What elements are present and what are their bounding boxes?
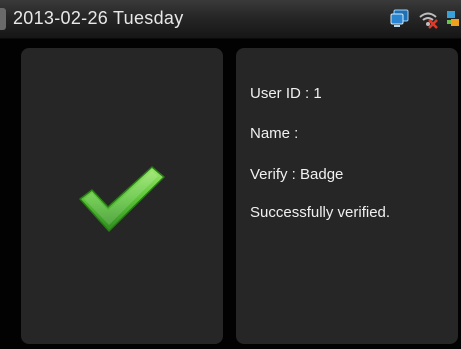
connection-icon	[447, 11, 459, 26]
network-icon	[390, 9, 409, 27]
user-id-text: User ID : 1	[250, 85, 322, 102]
wifi-off-icon	[419, 12, 438, 29]
result-panel	[21, 48, 223, 344]
name-text: Name :	[250, 125, 299, 142]
date-label: 2013-02-26 Tuesday	[13, 8, 184, 28]
checkmark-icon	[79, 166, 165, 232]
info-panel: User ID : 1 Name : Verify : Badge Succes…	[236, 48, 458, 344]
status-icons	[385, 8, 461, 30]
verification-screen: 2013-02-26 Tuesday User ID: 1 Name: Ve…	[0, 0, 461, 349]
verify-method-text: Verify : Badge	[250, 166, 344, 183]
verification-status-text: Successfully verified.	[250, 204, 391, 221]
status-bar: 2013-02-26 Tuesday	[0, 0, 461, 39]
status-bar-edge	[0, 8, 6, 30]
